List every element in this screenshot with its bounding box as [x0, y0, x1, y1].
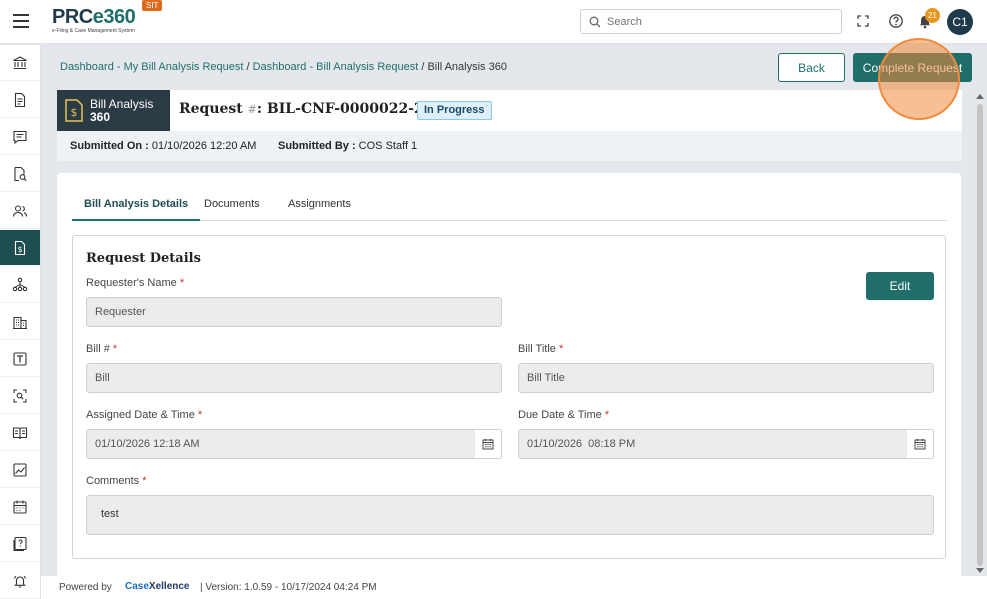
- bill-analysis-tile: $ Bill Analysis 360: [57, 90, 170, 131]
- assigned-date-label: Assigned Date & Time *: [86, 409, 203, 421]
- tab-assignments[interactable]: Assignments: [288, 198, 351, 221]
- sidebar-item-scan[interactable]: [0, 378, 40, 414]
- request-title: Request #: BIL-CNF-0000022-26: [179, 101, 434, 117]
- tab-documents[interactable]: Documents: [204, 198, 260, 221]
- footer: Powered by CaseXellence | Version: 1.0.5…: [41, 576, 987, 599]
- bill-title-field[interactable]: Bill Title: [518, 363, 934, 393]
- text-box-icon: [13, 351, 27, 366]
- scrollbar-thumb[interactable]: [977, 104, 983, 566]
- building-icon: [13, 316, 27, 329]
- hamburger-menu-icon[interactable]: [13, 14, 29, 28]
- bill-dollar-icon: $: [14, 240, 26, 255]
- submitted-by: Submitted By : COS Staff 1: [278, 140, 418, 152]
- help-book-icon: [13, 536, 27, 551]
- breadcrumb: Dashboard - My Bill Analysis Request / D…: [60, 61, 507, 73]
- chat-icon: [13, 130, 27, 144]
- user-avatar[interactable]: C1: [947, 9, 973, 35]
- scroll-down-arrow-icon[interactable]: [976, 568, 984, 573]
- sidebar-item-library[interactable]: [0, 415, 40, 451]
- environment-badge: SIT: [142, 0, 163, 11]
- bill-title-label: Bill Title *: [518, 343, 564, 355]
- breadcrumb-link-bill-requests[interactable]: Dashboard - Bill Analysis Request: [253, 61, 419, 73]
- sidebar-item-bill-analysis[interactable]: $: [0, 230, 40, 266]
- sidebar-item-hierarchy[interactable]: [0, 267, 40, 303]
- breadcrumb-link-my-requests[interactable]: Dashboard - My Bill Analysis Request: [60, 61, 243, 73]
- scroll-up-arrow-icon[interactable]: [976, 94, 984, 99]
- version-text: | Version: 1.0.59 - 10/17/2024 04:24 PM: [200, 582, 377, 593]
- notification-count-badge: 21: [925, 8, 940, 23]
- sidebar-item-search-documents[interactable]: [0, 156, 40, 192]
- assigned-date-field[interactable]: 01/10/2026 12:18 AM: [86, 429, 476, 459]
- edit-button[interactable]: Edit: [866, 272, 934, 300]
- powered-by-text: Powered by: [59, 582, 112, 593]
- calendar-icon: [914, 439, 926, 450]
- book-icon: [12, 426, 28, 439]
- due-date-label: Due Date & Time *: [518, 409, 610, 421]
- requester-name-label: Requester's Name *: [86, 277, 185, 289]
- calendar-icon: [13, 500, 27, 514]
- help-icon[interactable]: [888, 13, 904, 29]
- tab-bar: Bill Analysis Details Documents Assignme…: [72, 191, 947, 221]
- status-badge: In Progress: [417, 101, 492, 120]
- sidebar-item-reports[interactable]: [0, 452, 40, 488]
- section-title: Request Details: [86, 251, 201, 266]
- request-details-panel: Request Details Edit Requester's Name * …: [72, 235, 946, 559]
- svg-text:$: $: [71, 106, 78, 119]
- sidebar-item-documents[interactable]: [0, 82, 40, 118]
- fullscreen-icon[interactable]: [855, 13, 871, 29]
- main-card: Bill Analysis Details Documents Assignme…: [57, 173, 961, 578]
- bill-number-field[interactable]: Bill: [86, 363, 502, 393]
- sidebar-item-institution[interactable]: [0, 45, 40, 81]
- due-date-picker[interactable]: [907, 429, 934, 459]
- request-header: $ Bill Analysis 360 Request #: BIL-CNF-0…: [57, 90, 962, 131]
- breadcrumb-current: Bill Analysis 360: [427, 61, 507, 73]
- sidebar-item-alerts[interactable]: [0, 563, 40, 599]
- bill-number-label: Bill # *: [86, 343, 118, 355]
- assigned-date-picker[interactable]: [475, 429, 502, 459]
- sidebar-item-users[interactable]: [0, 193, 40, 229]
- tab-bill-analysis-details[interactable]: Bill Analysis Details: [72, 198, 201, 221]
- complete-request-button[interactable]: Complete Request: [853, 53, 972, 82]
- due-date-field[interactable]: 01/10/2026 08:18 PM: [518, 429, 908, 459]
- search-input[interactable]: [607, 13, 835, 31]
- chart-icon: [13, 462, 27, 477]
- top-bar: PRCe360 e-Filing & Case Management Syste…: [0, 0, 987, 44]
- casexellence-logo: CaseXellence: [125, 581, 190, 592]
- document-icon: [14, 92, 26, 107]
- sidebar: $: [0, 45, 41, 599]
- svg-text:$: $: [17, 245, 22, 254]
- requester-name-field[interactable]: Requester: [86, 297, 502, 327]
- comments-label: Comments *: [86, 475, 147, 487]
- scan-search-icon: [13, 388, 27, 403]
- search-icon: [589, 16, 601, 28]
- calendar-icon: [482, 439, 494, 450]
- users-icon: [12, 204, 28, 217]
- sidebar-item-calendar[interactable]: [0, 489, 40, 525]
- institution-icon: [13, 55, 27, 69]
- comments-field[interactable]: test: [86, 495, 934, 535]
- search-box[interactable]: [580, 9, 842, 34]
- submission-info: Submitted On : 01/10/2026 12:20 AM Submi…: [57, 131, 962, 161]
- sidebar-item-templates[interactable]: [0, 341, 40, 377]
- search-document-icon: [14, 166, 27, 181]
- back-button[interactable]: Back: [778, 53, 845, 82]
- org-tree-icon: [12, 277, 28, 291]
- bill-dollar-icon: $: [65, 99, 83, 122]
- sidebar-item-organizations[interactable]: [0, 304, 40, 340]
- tile-title: Bill Analysis: [90, 97, 154, 111]
- bell-ring-icon: [13, 575, 27, 588]
- sidebar-item-help-center[interactable]: [0, 526, 40, 562]
- sidebar-item-messages[interactable]: [0, 119, 40, 155]
- submitted-on: Submitted On : 01/10/2026 12:20 AM: [70, 140, 257, 152]
- tile-subtitle: 360: [90, 110, 111, 124]
